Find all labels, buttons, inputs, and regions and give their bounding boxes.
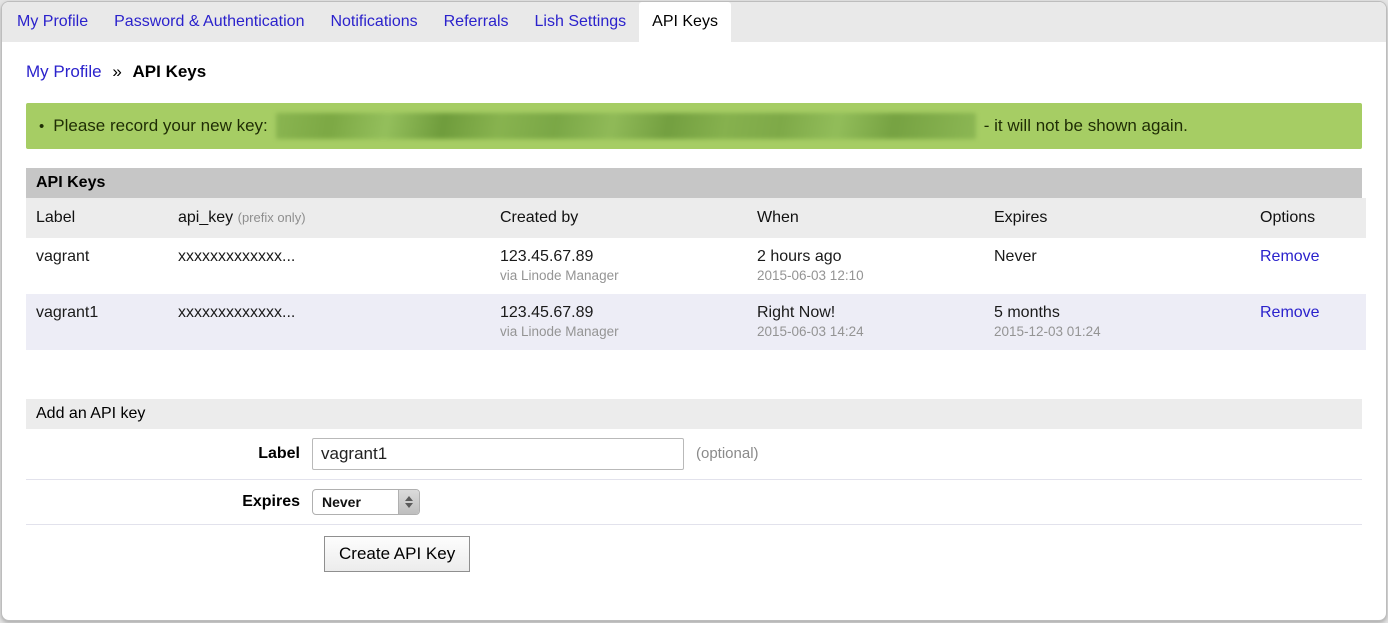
table-row: vagrant1 xxxxxxxxxxxxx... 123.45.67.89 v…	[26, 294, 1366, 350]
expires-date-text: 2015-12-03 01:24	[994, 324, 1250, 340]
expires-field-label: Expires	[26, 493, 312, 511]
created-via-text: via Linode Manager	[500, 268, 747, 284]
label-input[interactable]	[312, 438, 684, 470]
tab-referrals[interactable]: Referrals	[431, 2, 522, 42]
tab-lish-settings[interactable]: Lish Settings	[522, 2, 640, 42]
alert-prefix-text: Please record your new key:	[53, 116, 268, 136]
created-by-cell: 123.45.67.89 via Linode Manager	[490, 238, 747, 294]
column-header-when: When	[747, 198, 984, 238]
profile-tabs: My Profile Password & Authentication Not…	[2, 2, 1386, 42]
label-field-label: Label	[26, 445, 312, 463]
column-header-label: Label	[26, 198, 168, 238]
tab-my-profile[interactable]: My Profile	[4, 2, 101, 42]
label-field-row: Label (optional)	[26, 429, 1362, 480]
created-by-cell: 123.45.67.89 via Linode Manager	[490, 294, 747, 350]
submit-row: Create API Key	[26, 525, 1362, 586]
bullet-icon: •	[39, 118, 44, 135]
key-label-cell: vagrant1	[26, 294, 168, 350]
tab-notifications[interactable]: Notifications	[317, 2, 430, 42]
add-api-key-title: Add an API key	[26, 399, 1362, 429]
create-api-key-button[interactable]: Create API Key	[324, 536, 470, 572]
alert-suffix-text: - it will not be shown again.	[984, 116, 1188, 136]
breadcrumb-my-profile-link[interactable]: My Profile	[26, 62, 102, 81]
api-keys-table: Label api_key (prefix only) Created by W…	[26, 198, 1366, 350]
when-cell: 2 hours ago 2015-06-03 12:10	[747, 238, 984, 294]
optional-note: (optional)	[696, 445, 759, 462]
api-keys-panel-title: API Keys	[26, 168, 1362, 198]
expires-cell: Never	[984, 238, 1250, 294]
expires-field-row: Expires Never	[26, 480, 1362, 525]
when-cell: Right Now! 2015-06-03 14:24	[747, 294, 984, 350]
key-prefix-cell: xxxxxxxxxxxxx...	[168, 238, 490, 294]
expires-select[interactable]: Never	[312, 489, 420, 515]
column-header-expires: Expires	[984, 198, 1250, 238]
chevron-up-down-icon	[398, 489, 419, 515]
table-header-row: Label api_key (prefix only) Created by W…	[26, 198, 1366, 238]
linode-manager-window: My Profile Password & Authentication Not…	[1, 1, 1387, 621]
expires-select-value: Never	[322, 494, 361, 510]
tab-password-authentication[interactable]: Password & Authentication	[101, 2, 317, 42]
new-key-alert: • Please record your new key: - it will …	[26, 103, 1362, 149]
key-prefix-cell: xxxxxxxxxxxxx...	[168, 294, 490, 350]
api-key-prefix-note: (prefix only)	[238, 210, 306, 225]
options-cell: Remove	[1250, 238, 1366, 294]
remove-key-link[interactable]: Remove	[1260, 304, 1320, 321]
when-date-text: 2015-06-03 14:24	[757, 324, 984, 340]
options-cell: Remove	[1250, 294, 1366, 350]
column-header-created-by: Created by	[490, 198, 747, 238]
breadcrumb-separator: »	[112, 62, 121, 81]
tab-api-keys[interactable]: API Keys	[639, 2, 731, 42]
remove-key-link[interactable]: Remove	[1260, 248, 1320, 265]
redacted-api-key	[276, 113, 976, 139]
api-keys-panel: API Keys Label api_key (prefix only) Cre…	[26, 168, 1362, 350]
breadcrumb: My Profile » API Keys	[26, 62, 1362, 82]
column-header-api-key: api_key (prefix only)	[168, 198, 490, 238]
when-date-text: 2015-06-03 12:10	[757, 268, 984, 284]
add-api-key-section: Add an API key Label (optional) Expires …	[26, 399, 1362, 586]
column-header-options: Options	[1250, 198, 1366, 238]
created-via-text: via Linode Manager	[500, 324, 747, 340]
page-content: My Profile » API Keys • Please record yo…	[2, 62, 1386, 586]
breadcrumb-current: API Keys	[133, 62, 207, 81]
expires-cell: 5 months 2015-12-03 01:24	[984, 294, 1250, 350]
table-row: vagrant xxxxxxxxxxxxx... 123.45.67.89 vi…	[26, 238, 1366, 294]
key-label-cell: vagrant	[26, 238, 168, 294]
